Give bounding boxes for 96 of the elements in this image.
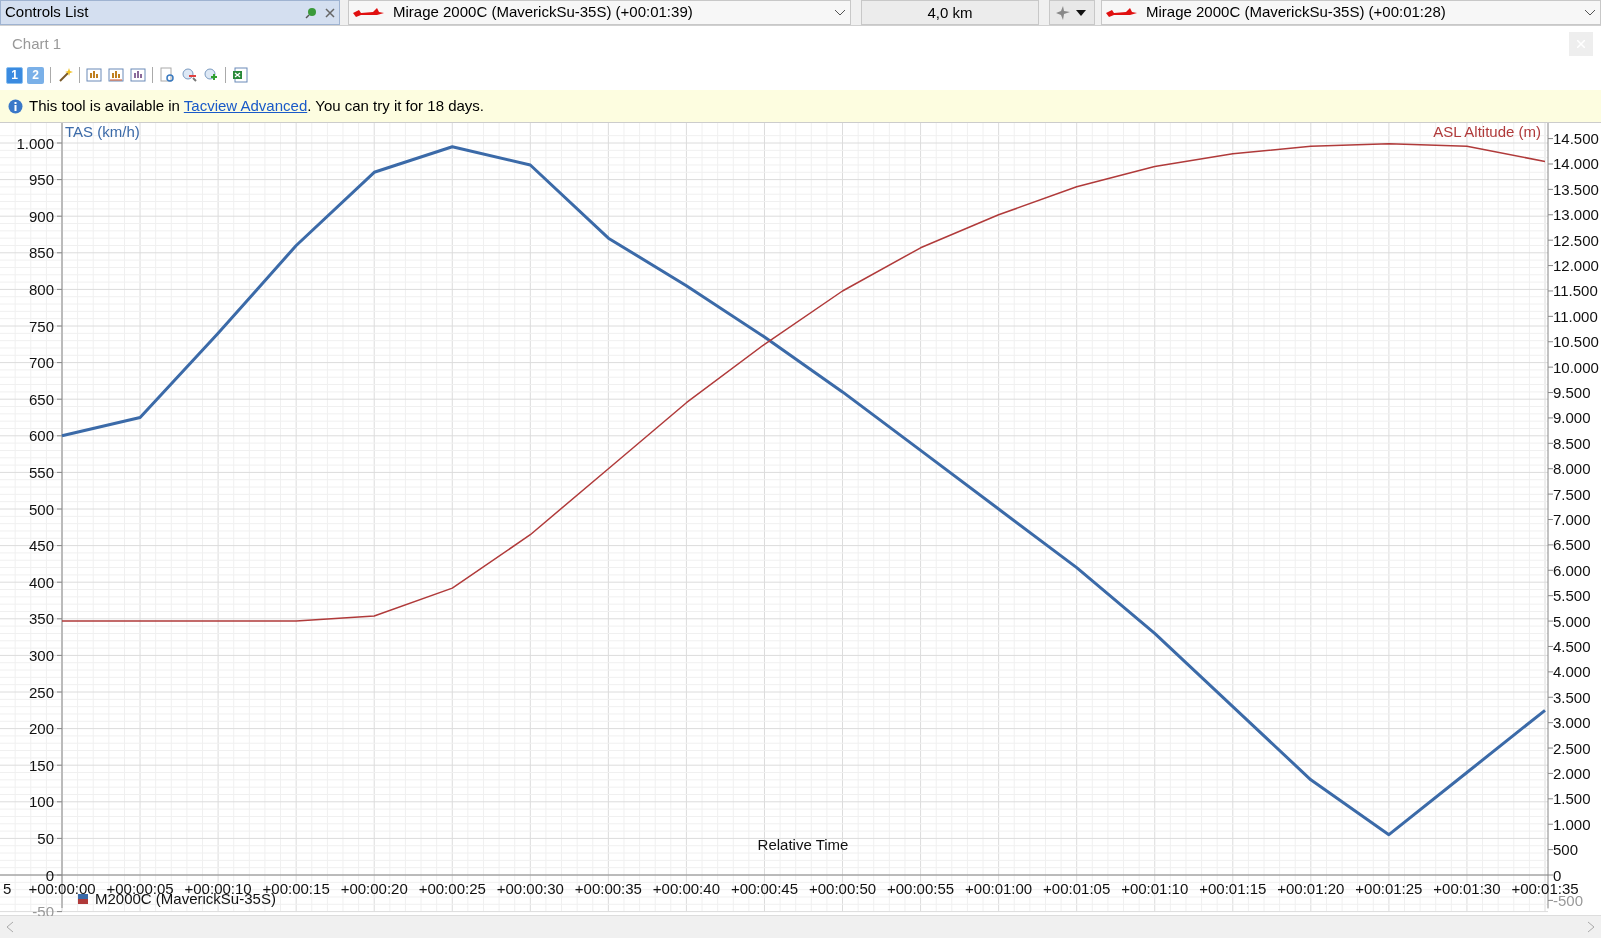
chevron-right-icon[interactable] [1587,921,1595,933]
axis-tick-label: 0 [1553,866,1562,884]
axis-tick-label: 13.500 [1553,180,1599,198]
axis-tick-label: +00:01:00 [965,880,1033,897]
axis-tick-label: 800 [28,280,54,298]
axis-tick-label: +00:00:20 [340,880,408,897]
layer-button[interactable]: 1 [6,66,23,84]
axis-tick-label: 11.000 [1553,307,1598,325]
info-icon [8,98,23,114]
zoom-in-icon[interactable] [203,67,219,83]
axis-tick-label: 850 [28,244,54,262]
axis-tick-label: 100 [28,793,54,811]
jet-icon [353,6,385,19]
axis-tick-label: 750 [28,317,54,335]
axis-tick-label: 12.500 [1553,231,1599,249]
axis-tick-label: 300 [28,646,54,664]
axis-tick-label: 6.500 [1553,536,1591,554]
axis-tick-label: 3.000 [1553,714,1591,732]
axis-tick-label: 500 [1553,841,1579,859]
spreadsheet-icon[interactable] [232,67,248,83]
axis-title: TAS (km/h) [65,123,140,140]
axis-tick-label: +00:01:10 [1121,880,1189,897]
chart-icon[interactable] [130,67,146,83]
axis-tick-label: +00:01:05 [1043,880,1111,897]
axis-tick-label: +00:00:25 [418,880,486,897]
axis-tick-label: 950 [28,171,54,189]
axis-tick-label: 350 [28,610,54,628]
axis-tick-label: 6.000 [1553,561,1591,579]
axis-tick-label: +00:01:30 [1433,880,1501,897]
axis-tick-label: 10.500 [1553,333,1599,351]
axis-tick-label: 1.000 [16,134,54,152]
axis-tick-label: 550 [28,463,54,481]
axis-tick-label: 600 [28,427,54,445]
chevron-left-icon[interactable] [6,921,14,933]
chevron-down-icon [1584,8,1596,17]
axis-tick-label: +00:01:15 [1199,880,1267,897]
target-dropdown[interactable]: Mirage 2000C (MaverickSu-35S) (+00:01:28) [1101,0,1601,25]
axis-tick-label: 5.000 [1553,612,1591,630]
axis-tick-label: +00:01:25 [1355,880,1423,897]
axis-tick-label: 4.000 [1553,663,1591,681]
axis-tick-label: 200 [28,720,54,738]
axis-tick-label: +00:00:55 [887,880,955,897]
zoom-out-icon[interactable] [181,67,197,83]
axis-tick-label: 2.000 [1553,764,1591,782]
chart-icon[interactable] [86,67,102,83]
axis-tick-label: 12.000 [1553,257,1599,275]
axis-tick-label: 1.500 [1553,790,1591,808]
axis-tick-label: 9.000 [1553,409,1591,427]
axis-tick-label: 4.500 [1553,637,1591,655]
axis-tick-label: 400 [28,573,54,591]
info-message: This tool is available in Tacview Advanced. You can try it for 18 days. [29,95,484,116]
caret-icon [1076,9,1086,16]
axis-tick-label: 7.000 [1553,511,1591,528]
axis-tick-label: 150 [28,756,54,774]
axis-tick-label: 650 [28,390,54,408]
camera-button[interactable] [1049,0,1095,25]
axis-tick-label: +00:00:40 [652,880,720,897]
panel-title: Controls List [5,2,90,23]
axis-tick-label: 50 [37,829,54,847]
chevron-down-icon [834,8,846,17]
axis-tick-label: 8.000 [1553,460,1591,478]
magic-wand-icon[interactable] [57,67,73,83]
pin-icon[interactable] [305,6,317,19]
axis-tick-label: 1.000 [1553,815,1591,833]
axis-tick-label: +00:00:50 [808,880,877,897]
axis-tick-label: 450 [28,537,54,555]
axis-tick-label: 8.500 [1553,434,1591,452]
axis-tick-label: +00:00:30 [496,880,564,897]
axis-tick-label: 9.500 [1553,384,1591,402]
axis-tick-label: 11.500 [1553,282,1598,300]
range-field[interactable]: 4,0 km [861,0,1039,25]
axis-tick-label: 14.500 [1553,130,1599,148]
axis-tick-label: +00:00:35 [574,880,642,897]
axis-tick-label: 900 [28,207,54,225]
legend-swatch [78,894,88,904]
target-dropdown[interactable]: Mirage 2000C (MaverickSu-35S) (+00:01:39) [348,0,851,25]
axis-tick-label: 700 [28,354,54,372]
axis-tick-label: 500 [28,500,54,518]
axis-tick-label: 13.000 [1553,206,1599,224]
axis-tick-label: 5.500 [1553,587,1591,605]
axis-tick-label: 250 [28,683,54,701]
axis-tick-label: 14.000 [1553,155,1599,173]
axis-tick-label: +00:00:45 [730,880,799,897]
axis-title: Relative Time [757,836,849,853]
jet-icon [1106,6,1138,19]
axis-tick-label: 2.500 [1553,739,1591,757]
page-search-icon[interactable] [159,67,175,83]
close-icon[interactable] [325,7,335,18]
horizontal-scrollbar[interactable] [0,915,1601,938]
axis-tick-label: +00:01:20 [1277,880,1345,897]
chart-icon[interactable] [108,67,124,83]
axis-tick-label: 7.500 [1553,485,1591,503]
axis-tick-label: 5 [3,880,12,897]
axis-tick-label: 3.500 [1553,688,1591,706]
axis-tick-label: 10.000 [1553,358,1599,376]
axis-title: ASL Altitude (m) [1433,123,1541,140]
